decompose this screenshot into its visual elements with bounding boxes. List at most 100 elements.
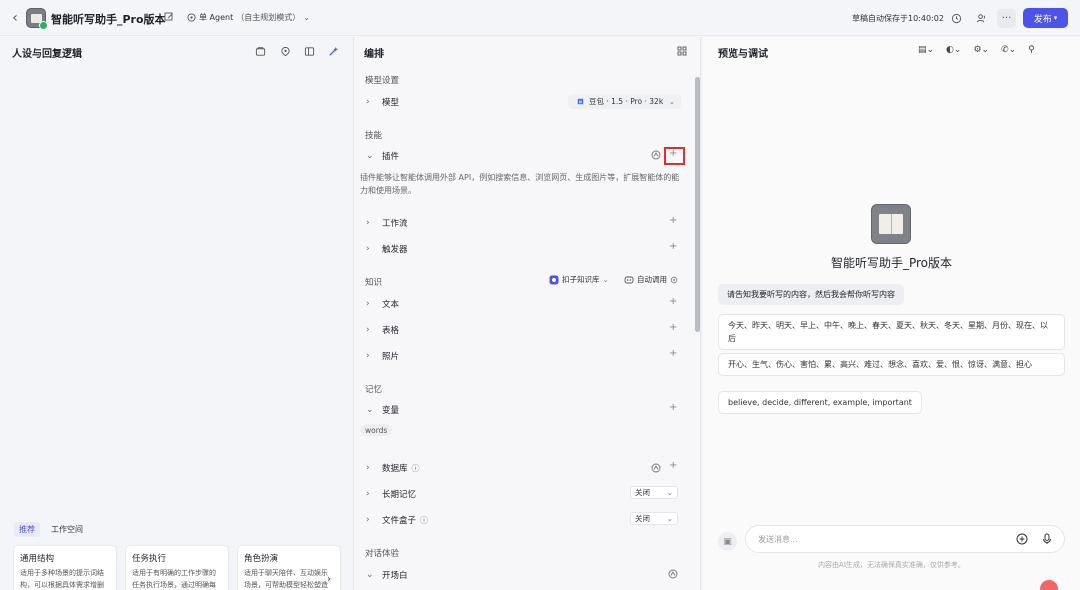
suggested-question[interactable]: 今天、昨天、明天、早上、中午、晚上、春天、夏天、秋天、冬天、星期、月份、现在、以… xyxy=(718,314,1065,350)
add-trigger-button[interactable]: + xyxy=(669,241,677,252)
text-knowledge-row[interactable]: › 文本 xyxy=(366,298,399,310)
chevron-right-icon: › xyxy=(366,463,370,473)
preview-title: 预览与调试 xyxy=(718,49,768,60)
knowledge-base-selector[interactable]: 扣子知识库 ⌄ xyxy=(549,274,609,285)
memory-debug-icon[interactable]: ▤⌄ xyxy=(918,45,934,55)
chevron-down-icon: ⌄ xyxy=(303,13,310,22)
add-photo-button[interactable]: + xyxy=(669,348,677,359)
variable-row[interactable]: ⌄ 变量 xyxy=(366,404,399,416)
table-knowledge-row[interactable]: › 表格 xyxy=(366,324,399,336)
dialog-section-label: 对话体验 xyxy=(365,549,400,559)
template-card-roleplay[interactable]: 角色扮演 适用于聊天陪伴、互动娱乐场景，可帮助模型轻松塑造个性化的人物角色... xyxy=(237,545,341,590)
card-title: 角色扮演 xyxy=(244,554,279,564)
bot-name: 智能听写助手_Pro版本 xyxy=(830,256,953,270)
chevron-right-icon: › xyxy=(366,218,370,228)
add-text-button[interactable]: + xyxy=(669,296,677,307)
filebox-label: 文件盒子 xyxy=(382,516,417,526)
layout-toggle-icon[interactable] xyxy=(303,45,315,57)
auto-plugin-icon[interactable] xyxy=(651,150,661,163)
agent-mode-selector[interactable]: 单 Agent （自主规划模式） ⌄ xyxy=(187,12,310,23)
template-card-task[interactable]: 任务执行 适用于有明确的工作步骤的任务执行场景，通过明确每一步骤的工作要求... xyxy=(125,545,229,590)
back-arrow-icon[interactable]: ‹ xyxy=(8,10,22,26)
add-workflow-button[interactable]: + xyxy=(669,215,677,226)
longterm-label: 长期记忆 xyxy=(382,490,417,500)
database-label: 数据库 xyxy=(382,464,408,474)
longterm-value: 关闭 xyxy=(635,488,650,497)
info-icon: ⓘ xyxy=(411,463,420,473)
collaborators-icon[interactable] xyxy=(972,9,991,28)
model-section-label: 模型设置 xyxy=(365,76,400,86)
add-variable-button[interactable]: + xyxy=(669,402,677,413)
more-options-icon[interactable]: ··· xyxy=(997,9,1016,28)
preview-toolbar: ▤⌄ ◐⌄ ⚙⌄ ✆⌄ ⚲ xyxy=(918,45,1035,55)
filebox-row[interactable]: › 文件盒子 ⓘ xyxy=(366,514,428,526)
auto-opener-icon[interactable] xyxy=(668,569,678,582)
longterm-memory-row[interactable]: › 长期记忆 xyxy=(366,488,416,500)
chevron-right-icon[interactable]: › xyxy=(327,574,331,585)
opener-row[interactable]: ⌄ 开场白 xyxy=(366,569,408,581)
chevron-down-icon: ▾ xyxy=(1053,14,1058,22)
phone-icon[interactable]: ✆⌄ xyxy=(1001,45,1016,55)
chevron-down-icon: ⌄ xyxy=(668,97,675,106)
publish-button[interactable]: 发布 ▾ xyxy=(1023,8,1068,28)
prompt-library-icon[interactable] xyxy=(254,45,266,57)
auto-call-selector[interactable]: 自动调用 xyxy=(624,274,678,285)
suggested-question[interactable]: 开心、生气、伤心、害怕、累、高兴、难过、想念、喜欢、爱、恨、惊讶、满意、担心 xyxy=(718,353,1065,376)
message-input[interactable] xyxy=(758,534,978,544)
tag-icon[interactable] xyxy=(279,45,291,57)
add-database-button[interactable]: + xyxy=(669,460,677,471)
model-selector[interactable]: 豆包 · 1.5 · Pro · 32k ⌄ xyxy=(568,94,681,109)
chevron-right-icon: › xyxy=(366,489,370,499)
chevron-down-icon: ⌄ xyxy=(602,275,609,284)
edit-icon[interactable] xyxy=(164,12,174,22)
table-label: 表格 xyxy=(382,326,400,336)
grid-layout-icon[interactable] xyxy=(676,45,688,57)
ai-optimize-icon[interactable] xyxy=(327,45,339,57)
database-row[interactable]: › 数据库 ⓘ xyxy=(366,462,420,474)
skills-section-label: 技能 xyxy=(365,131,383,141)
auto-call-icon xyxy=(624,276,634,283)
chevron-right-icon: › xyxy=(366,97,370,107)
plugin-debug-icon[interactable]: ⚙⌄ xyxy=(973,45,989,55)
debug-tool-icon[interactable]: ⚲ xyxy=(1028,45,1035,55)
kb-label: 扣子知识库 xyxy=(562,275,600,284)
coze-kb-icon xyxy=(549,275,559,284)
chevron-right-icon: › xyxy=(366,244,370,254)
opener-label: 开场白 xyxy=(382,571,408,581)
trigger-row[interactable]: › 触发器 xyxy=(366,243,408,255)
preview-panel: 预览与调试 ▤⌄ ◐⌄ ⚙⌄ ✆⌄ ⚲ 智能听写助手_Pro版本 请告知我要听写… xyxy=(703,37,1080,590)
chevron-down-icon: ⌄ xyxy=(666,488,673,497)
agent-mode-sub: （自主规划模式） xyxy=(236,13,301,22)
model-label: 模型 xyxy=(382,98,400,108)
model-debug-icon[interactable]: ◐⌄ xyxy=(946,45,961,55)
tab-workspace[interactable]: 工作空间 xyxy=(51,522,83,537)
filebox-select[interactable]: 关闭 ⌄ xyxy=(630,512,678,525)
trigger-label: 触发器 xyxy=(382,245,408,255)
chevron-down-icon: ⌄ xyxy=(666,514,673,523)
longterm-memory-select[interactable]: 关闭 ⌄ xyxy=(630,486,678,499)
suggested-question[interactable]: believe, decide, different, example, imp… xyxy=(718,391,922,414)
tab-recommended[interactable]: 推荐 xyxy=(14,522,40,537)
clear-history-icon[interactable]: ▣ xyxy=(718,532,737,551)
chat-input-box[interactable] xyxy=(745,525,1065,553)
microphone-icon[interactable] xyxy=(1042,533,1052,545)
ai-disclaimer: 内容由AI生成，无法确保真实准确，仅供参考。 xyxy=(818,561,965,569)
auto-database-icon[interactable] xyxy=(651,463,661,476)
plugin-row[interactable]: ⌄ 插件 xyxy=(366,150,399,162)
add-attachment-icon[interactable] xyxy=(1016,533,1028,545)
persona-panel-title: 人设与回复逻辑 xyxy=(12,49,82,60)
photo-knowledge-row[interactable]: › 照片 xyxy=(366,350,399,362)
workflow-row[interactable]: › 工作流 xyxy=(366,217,408,229)
chevron-right-icon: › xyxy=(366,351,370,361)
bot-greeting: 请告知我要听写的内容，然后我会帮你听写内容 xyxy=(718,284,904,305)
doubao-logo-icon xyxy=(577,98,584,105)
variable-tag: words xyxy=(360,424,393,436)
top-header: ‹ 智能听写助手_Pro版本 单 Agent （自主规划模式） ⌄ 草稿自动保存… xyxy=(0,0,1080,36)
history-icon[interactable] xyxy=(947,9,966,28)
model-row[interactable]: › 模型 xyxy=(366,96,399,108)
template-card-general[interactable]: 通用结构 适用于多种场景的提示词结构，可以根据具体需求增删对应模块 xyxy=(13,545,117,590)
orchestration-scrollbar[interactable] xyxy=(695,77,700,332)
memory-section-label: 记忆 xyxy=(365,385,383,395)
add-table-button[interactable]: + xyxy=(669,322,677,333)
card-desc: 适用于有明确的工作步骤的任务执行场景，通过明确每一步骤的工作要求... xyxy=(132,569,216,589)
